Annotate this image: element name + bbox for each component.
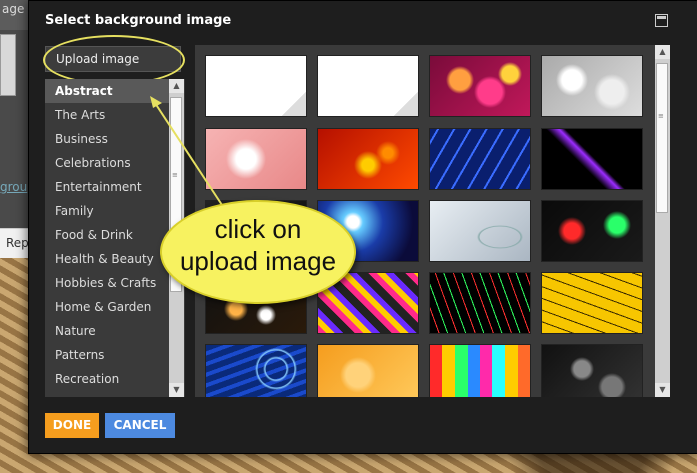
thumbnail-green-red-bokeh[interactable] [541, 200, 643, 262]
thumbnail-white-1[interactable] [205, 55, 307, 117]
category-item[interactable]: Celebrations [45, 151, 169, 175]
category-item[interactable]: Family [45, 199, 169, 223]
callout-line-2: upload image [179, 246, 337, 276]
thumbnail-purple-lightning[interactable] [541, 128, 643, 190]
annotation-callout: click on upload image [160, 200, 356, 304]
category-item[interactable]: Abstract [45, 79, 169, 103]
thumbnail-orange-swirls[interactable] [317, 344, 419, 397]
scroll-up-icon[interactable]: ▲ [655, 45, 670, 59]
callout-line-1: click on [214, 214, 302, 244]
thumbnail-yellow-grunge[interactable] [541, 272, 643, 334]
background-link[interactable]: grou [0, 180, 27, 194]
grip-icon: ≡ [658, 112, 664, 120]
scroll-up-icon[interactable]: ▲ [169, 79, 184, 93]
thumbnail-equalizer[interactable] [429, 344, 531, 397]
category-item[interactable]: The Arts [45, 103, 169, 127]
category-item[interactable]: Patterns [45, 343, 169, 367]
select-background-dialog: Select background image Upload image Abs… [28, 0, 697, 454]
thumbnail-white-2[interactable] [317, 55, 419, 117]
category-item[interactable]: Health & Beauty [45, 247, 169, 271]
category-item[interactable]: Recreation [45, 367, 169, 391]
category-item[interactable]: Food & Drink [45, 223, 169, 247]
thumbnail-light-trails[interactable] [429, 272, 531, 334]
category-item[interactable]: Hobbies & Crafts [45, 271, 169, 295]
scroll-down-icon[interactable]: ▼ [655, 383, 670, 397]
category-item[interactable]: Business [45, 127, 169, 151]
thumbnail-silver-bokeh[interactable] [541, 55, 643, 117]
dialog-title: Select background image [45, 13, 232, 28]
thumbnail-pink-bokeh[interactable] [429, 55, 531, 117]
thumbnail-blue-rays[interactable] [429, 128, 531, 190]
done-button[interactable]: DONE [45, 413, 99, 438]
category-item[interactable]: Home & Garden [45, 295, 169, 319]
category-item[interactable]: Entertainment [45, 175, 169, 199]
cancel-button[interactable]: CANCEL [105, 413, 175, 438]
thumbnail-blue-circles[interactable] [205, 344, 307, 397]
image-grid-scrollbar[interactable]: ▲ ≡ ▼ [655, 45, 670, 397]
thumbnail-dark-floral[interactable] [541, 344, 643, 397]
grip-icon: ≡ [172, 171, 178, 179]
scroll-down-icon[interactable]: ▼ [169, 383, 184, 397]
background-scroll-thumb [0, 34, 16, 96]
background-header-text: age [2, 2, 25, 16]
thumbnail-soft-pink[interactable] [205, 128, 307, 190]
thumbnail-silver-swirl[interactable] [429, 200, 531, 262]
category-item[interactable]: Nature [45, 319, 169, 343]
scrollbar-thumb[interactable] [656, 63, 668, 213]
maximize-icon[interactable] [655, 14, 668, 27]
thumbnail-red-sparkle[interactable] [317, 128, 419, 190]
upload-image-button[interactable]: Upload image [45, 46, 181, 72]
background-strip-left-text: Rep [6, 236, 29, 250]
